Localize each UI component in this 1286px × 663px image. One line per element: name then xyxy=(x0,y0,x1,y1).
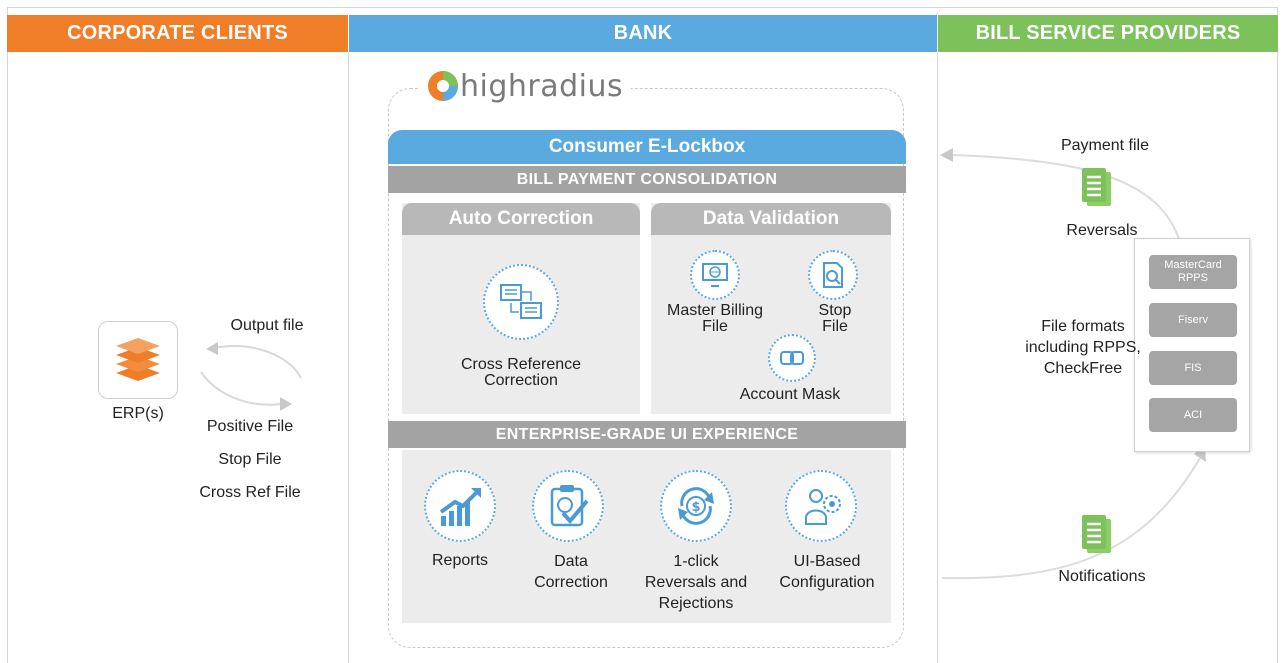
ui-based-configuration-label: UI-Based Configuration xyxy=(779,553,875,591)
provider-mastercard-rpps: MasterCard RPPS xyxy=(1149,255,1237,289)
account-mask-label: Account Mask xyxy=(739,386,841,403)
highradius-logo: highradius xyxy=(418,66,632,106)
consumer-elockbox-title: Consumer E-Lockbox xyxy=(388,130,906,164)
file-search-icon xyxy=(823,262,843,288)
cross-reference-icon xyxy=(500,284,542,319)
link-icon xyxy=(780,351,804,365)
master-billing-gear xyxy=(690,250,740,300)
enterprise-ui-band: ENTERPRISE-GRADE UI EXPERIENCE xyxy=(388,421,906,448)
bank-header: BANK xyxy=(349,15,937,52)
provider-aci: ACI xyxy=(1149,398,1237,432)
bill-payment-consolidation-band: BILL PAYMENT CONSOLIDATION xyxy=(388,166,906,193)
bill-service-providers-header: BILL SERVICE PROVIDERS xyxy=(938,15,1278,52)
clipboard-check-icon xyxy=(550,485,589,527)
notifications-document-icon xyxy=(1082,515,1111,553)
stop-file-gear xyxy=(808,250,858,300)
configuration-circle xyxy=(785,470,857,542)
auto-correction-title: Auto Correction xyxy=(402,203,640,235)
data-validation-title: Data Validation xyxy=(651,203,891,235)
highradius-logo-text: highradius xyxy=(460,68,624,104)
cross-reference-correction-label: Cross Reference Correction xyxy=(460,356,582,389)
file-formats-label: File formats including RPPS, CheckFree xyxy=(1025,318,1141,377)
output-file-label: Output file xyxy=(230,317,304,334)
erp-tile xyxy=(98,321,178,399)
data-correction-label: Data Correction xyxy=(534,553,608,591)
erp-exchange-arrows xyxy=(200,342,302,411)
cross-ref-file-label: Cross Ref File xyxy=(199,484,301,501)
stop-file-validation-label: Stop File xyxy=(818,302,852,335)
notifications-label: Notifications xyxy=(1058,568,1146,585)
provider-fiserv: Fiserv xyxy=(1149,303,1237,337)
erp-label: ERP(s) xyxy=(112,405,164,422)
data-correction-circle xyxy=(532,470,604,542)
reversals-rejections-label: 1-click Reversals and Rejections xyxy=(644,553,748,612)
cross-reference-gear xyxy=(483,264,559,340)
provider-fis: FIS xyxy=(1149,351,1237,385)
reports-label: Reports xyxy=(431,552,489,569)
stop-file-label: Stop File xyxy=(218,451,282,468)
diagram-page: CORPORATE CLIENTS BANK BILL SERVICE PROV… xyxy=(0,0,1286,663)
chart-up-icon xyxy=(439,488,481,526)
master-billing-file-label: Master Billing File xyxy=(666,302,764,335)
reversals-circle: $ xyxy=(660,470,732,542)
positive-file-label: Positive File xyxy=(206,418,294,435)
highradius-logo-mark xyxy=(428,71,458,101)
dollar-cycle-icon: $ xyxy=(678,487,714,525)
layers-icon xyxy=(116,338,160,381)
corporate-clients-header: CORPORATE CLIENTS xyxy=(7,15,348,52)
people-gear-icon xyxy=(805,489,841,525)
payment-document-icon xyxy=(1082,168,1111,206)
account-mask-gear xyxy=(768,334,816,382)
reports-circle xyxy=(424,470,496,542)
monitor-globe-icon xyxy=(702,263,728,287)
column-divider-left xyxy=(348,52,349,663)
svg-text:$: $ xyxy=(691,500,700,515)
